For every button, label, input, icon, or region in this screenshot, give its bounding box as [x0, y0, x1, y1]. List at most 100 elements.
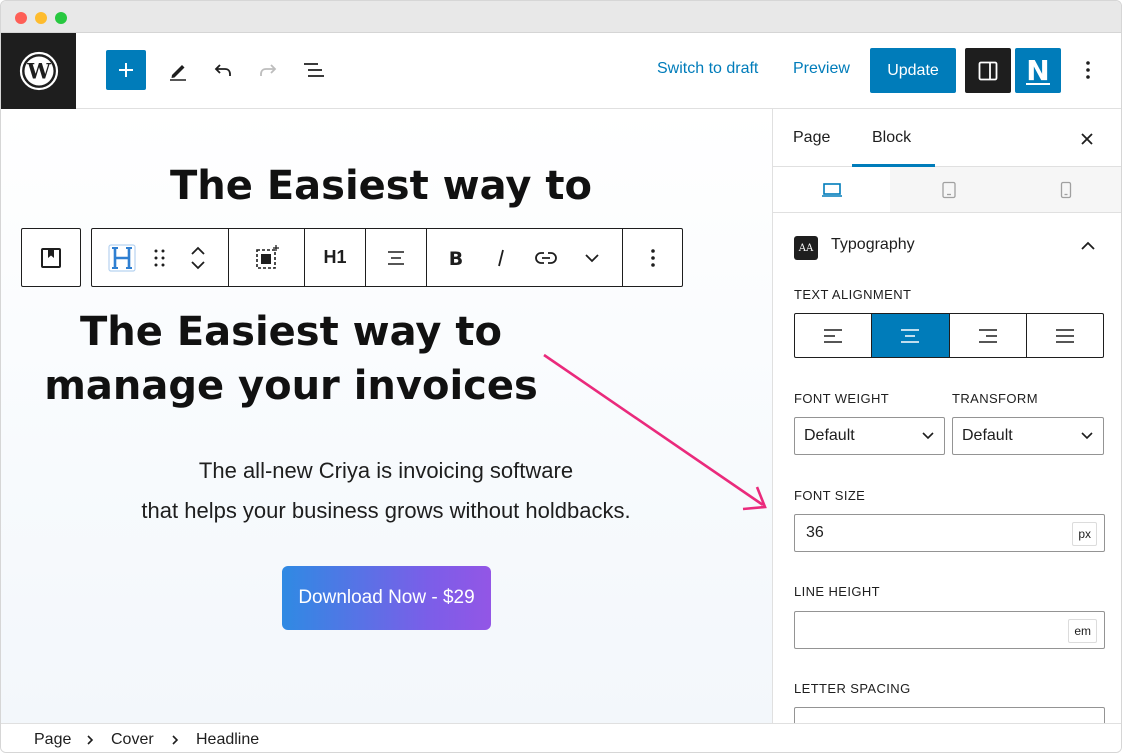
link-icon	[535, 251, 557, 264]
typography-icon: AA	[794, 236, 818, 260]
breadcrumb-headline[interactable]: Headline	[196, 731, 259, 749]
sidebar-tabs: Page Block	[773, 109, 1121, 167]
list-view-icon	[304, 63, 324, 77]
plugin-n-button[interactable]: N	[1015, 48, 1061, 93]
wordpress-logo-button[interactable]: W	[1, 33, 76, 109]
align-left-icon	[824, 328, 843, 343]
font-weight-select[interactable]: Default	[794, 417, 945, 455]
move-block-buttons	[180, 229, 216, 286]
line-height-unit-select[interactable]: em	[1068, 619, 1097, 643]
letter-spacing-label: LETTER SPACING	[794, 681, 911, 696]
container-block-icon	[255, 244, 279, 269]
collapse-panel-button[interactable]	[1075, 233, 1101, 259]
mobile-icon	[1060, 181, 1071, 198]
italic-button[interactable]	[482, 229, 520, 286]
font-size-label: FONT SIZE	[794, 488, 866, 503]
redo-button[interactable]	[251, 53, 285, 87]
pencil-icon	[170, 65, 186, 81]
bold-icon: B	[449, 248, 463, 269]
minimize-window-button[interactable]	[35, 12, 47, 24]
wrap-container-button[interactable]	[229, 229, 304, 286]
document-overview-button[interactable]	[297, 53, 331, 87]
background-headline: The Easiest way to	[170, 163, 592, 209]
breadcrumb-cover[interactable]: Cover	[111, 731, 154, 749]
update-button[interactable]: Update	[870, 48, 956, 93]
tab-block[interactable]: Block	[872, 129, 911, 147]
font-weight-value: Default	[804, 427, 855, 444]
drag-handle[interactable]	[148, 229, 172, 286]
align-center-button[interactable]	[872, 314, 950, 357]
block-options-button[interactable]	[623, 229, 683, 286]
italic-icon	[498, 249, 504, 266]
maximize-window-button[interactable]	[55, 12, 67, 24]
align-justify-button[interactable]	[1027, 314, 1103, 357]
font-size-value: 36	[806, 524, 824, 541]
chevron-up-icon[interactable]	[189, 244, 207, 258]
switch-to-draft-button[interactable]: Switch to draft	[657, 60, 758, 78]
svg-text:W: W	[26, 59, 51, 84]
more-vertical-icon	[651, 248, 655, 267]
font-size-input[interactable]: 36 px	[794, 514, 1105, 552]
plugin-logo-icon: N	[1026, 55, 1050, 87]
device-mobile-button[interactable]	[1007, 167, 1121, 212]
heading-level-button[interactable]: H1	[305, 229, 365, 286]
selected-headline-block[interactable]: The Easiest way to manage your invoices	[31, 305, 551, 413]
settings-toggle-button[interactable]	[965, 48, 1011, 93]
device-tablet-button[interactable]	[890, 167, 1007, 212]
link-button[interactable]	[526, 229, 566, 286]
line-height-input[interactable]: em	[794, 611, 1105, 649]
device-desktop-button[interactable]	[773, 167, 890, 212]
line-height-label: LINE HEIGHT	[794, 584, 881, 599]
headline-line-2: manage your invoices	[44, 363, 538, 409]
editor-header: W Switch to draft Preview Update N	[1, 33, 1121, 109]
chevron-down-icon	[922, 432, 934, 440]
align-left-button[interactable]	[795, 314, 873, 357]
redo-icon	[260, 64, 277, 76]
wordpress-icon: W	[19, 51, 58, 91]
font-size-unit-select[interactable]: px	[1072, 522, 1097, 546]
select-parent-block-button[interactable]	[21, 228, 81, 287]
text-alignment-group	[794, 313, 1104, 358]
transform-label: TRANSFORM	[952, 391, 1038, 406]
more-rich-text-button[interactable]	[572, 229, 612, 286]
transform-select[interactable]: Default	[952, 417, 1104, 455]
block-type-button[interactable]	[100, 229, 144, 286]
chevron-right-icon	[87, 735, 94, 745]
close-icon	[1081, 133, 1093, 145]
breadcrumb-page[interactable]: Page	[34, 731, 71, 749]
device-switcher	[773, 167, 1121, 213]
align-right-icon	[978, 328, 997, 343]
download-now-button[interactable]: Download Now - $29	[282, 566, 491, 630]
heading-block-icon	[108, 243, 136, 272]
svg-text:N: N	[1026, 55, 1049, 87]
font-weight-label: FONT WEIGHT	[794, 391, 890, 406]
tools-button[interactable]	[161, 53, 195, 87]
chevron-down-icon[interactable]	[189, 258, 207, 272]
chevron-right-icon	[172, 735, 179, 745]
chevron-down-icon	[585, 253, 599, 262]
close-sidebar-button[interactable]	[1073, 125, 1101, 153]
drag-handle-icon	[154, 249, 165, 266]
chevron-up-icon	[1081, 241, 1095, 250]
undo-button[interactable]	[206, 53, 240, 87]
settings-sidebar: Page Block AA Typography TEXT ALIGNMENT …	[772, 109, 1121, 745]
heading-level-label: H1	[323, 247, 347, 267]
typography-panel-toggle[interactable]	[773, 213, 1121, 277]
headline-line-1: The Easiest way to	[80, 309, 502, 355]
title-bar	[1, 1, 1121, 33]
align-center-icon	[388, 250, 404, 265]
add-block-button[interactable]	[106, 50, 146, 90]
bold-button[interactable]: B	[437, 229, 475, 286]
options-button[interactable]	[1073, 53, 1103, 87]
text-alignment-label: TEXT ALIGNMENT	[794, 287, 912, 302]
plus-icon	[119, 63, 133, 77]
align-text-button[interactable]	[366, 229, 426, 286]
typography-panel-title: Typography	[831, 236, 915, 253]
more-vertical-icon	[1086, 61, 1090, 79]
align-justify-icon	[1055, 328, 1074, 343]
preview-button[interactable]: Preview	[793, 60, 850, 78]
close-window-button[interactable]	[15, 12, 27, 24]
tab-page[interactable]: Page	[793, 129, 830, 147]
undo-icon	[214, 64, 231, 76]
align-right-button[interactable]	[950, 314, 1027, 357]
